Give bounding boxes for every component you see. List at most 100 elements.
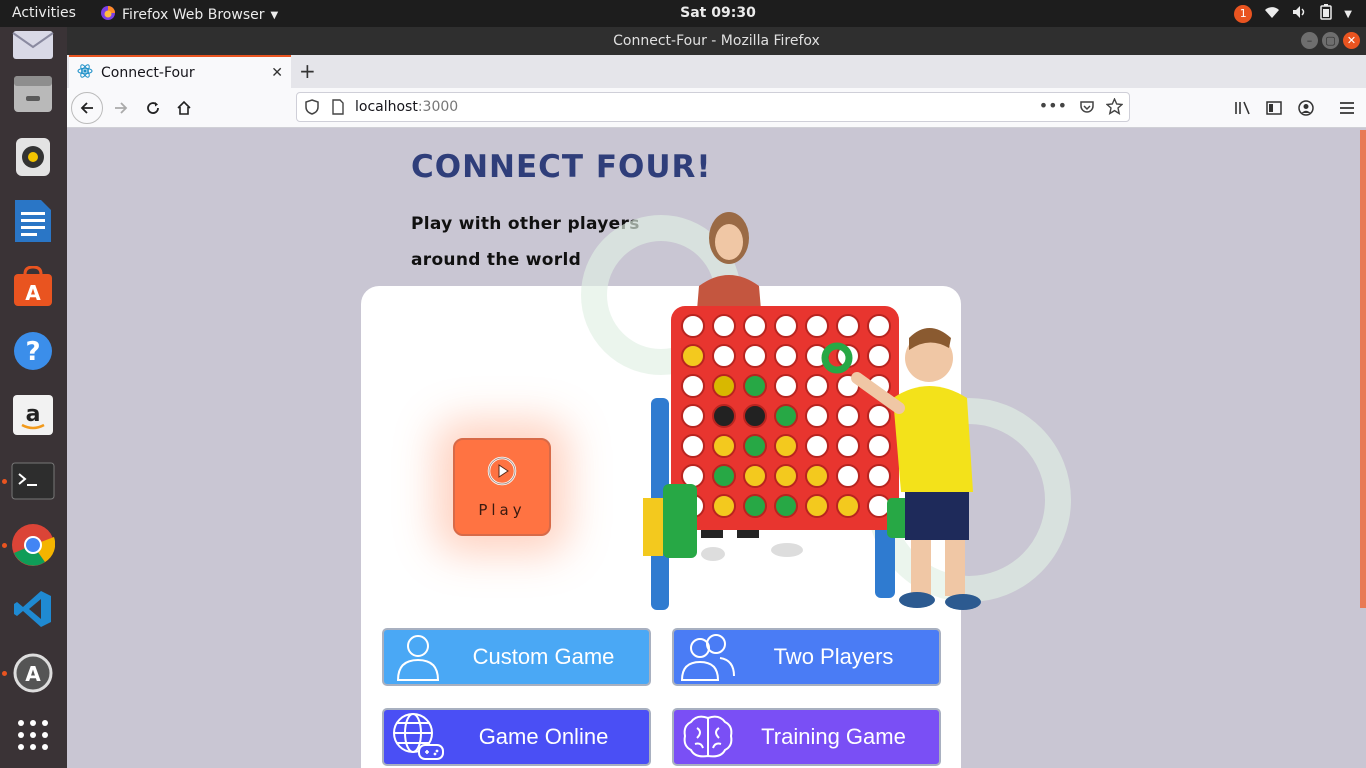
vscode-icon[interactable] bbox=[9, 585, 57, 633]
chrome-icon[interactable] bbox=[9, 521, 57, 569]
volume-icon bbox=[1292, 5, 1308, 23]
svg-text:?: ? bbox=[25, 337, 40, 367]
url-port: :3000 bbox=[417, 99, 459, 115]
board-hole bbox=[712, 494, 736, 518]
board-hole bbox=[681, 374, 705, 398]
app-menu[interactable]: Firefox Web Browser ▼ bbox=[100, 5, 278, 25]
two-players-button[interactable]: Two Players bbox=[672, 628, 941, 686]
amazon-icon[interactable]: a bbox=[9, 391, 57, 439]
board-hole bbox=[681, 434, 705, 458]
rhythmbox-icon[interactable] bbox=[9, 133, 57, 181]
board-hole bbox=[712, 464, 736, 488]
custom-game-button[interactable]: Custom Game bbox=[382, 628, 651, 686]
running-indicator bbox=[2, 543, 7, 548]
board-hole bbox=[836, 494, 860, 518]
maximize-button[interactable]: ▢ bbox=[1322, 32, 1339, 49]
writer-icon[interactable] bbox=[9, 197, 57, 245]
system-top-bar: Activities Firefox Web Browser ▼ Sat 09:… bbox=[0, 0, 1366, 27]
file-manager-icon[interactable] bbox=[9, 69, 57, 117]
battery-icon bbox=[1320, 4, 1333, 24]
board-hole bbox=[743, 434, 767, 458]
hamburger-menu-icon[interactable] bbox=[1335, 96, 1359, 120]
url-bar[interactable]: localhost:3000 ••• bbox=[296, 92, 1130, 122]
dock: A ? a A bbox=[0, 27, 67, 768]
hero-illustration bbox=[637, 198, 1017, 618]
user-icon bbox=[388, 630, 448, 684]
board-hole bbox=[774, 434, 798, 458]
tab-connect-four[interactable]: Connect-Four ✕ bbox=[69, 55, 291, 88]
board-hole bbox=[681, 344, 705, 368]
reload-button[interactable] bbox=[141, 96, 165, 120]
system-tray[interactable]: 1 ▼ bbox=[1234, 4, 1352, 24]
mail-icon[interactable] bbox=[9, 21, 57, 69]
firefox-window: Connect-Four - Mozilla Firefox – ▢ ✕ Con… bbox=[67, 27, 1366, 768]
bookmark-star-icon[interactable] bbox=[1105, 97, 1124, 119]
library-icon[interactable] bbox=[1231, 96, 1255, 120]
board-hole bbox=[867, 464, 891, 488]
board-hole bbox=[774, 314, 798, 338]
new-tab-button[interactable]: + bbox=[299, 59, 316, 83]
play-button[interactable]: Play bbox=[453, 438, 551, 536]
tab-title: Connect-Four bbox=[101, 64, 195, 81]
board-hole bbox=[743, 494, 767, 518]
svg-text:A: A bbox=[25, 281, 41, 305]
url-text: localhost:3000 bbox=[355, 99, 458, 115]
close-tab-icon[interactable]: ✕ bbox=[271, 65, 283, 81]
scrollbar-thumb[interactable] bbox=[1360, 130, 1366, 608]
board-hole bbox=[867, 434, 891, 458]
board-hole bbox=[836, 314, 860, 338]
board-hole bbox=[774, 404, 798, 428]
running-indicator bbox=[2, 671, 7, 676]
pocket-icon[interactable] bbox=[1079, 99, 1095, 119]
terminal-icon[interactable] bbox=[9, 457, 57, 505]
page-title: CONNECT FOUR! bbox=[411, 149, 712, 185]
account-icon[interactable] bbox=[1294, 96, 1318, 120]
play-circle-icon bbox=[486, 455, 518, 491]
users-icon bbox=[678, 630, 738, 684]
navigation-toolbar: localhost:3000 ••• bbox=[67, 88, 1366, 128]
close-window-button[interactable]: ✕ bbox=[1343, 32, 1360, 49]
react-icon bbox=[77, 63, 93, 83]
board-hole bbox=[805, 314, 829, 338]
board-hole bbox=[805, 434, 829, 458]
page-viewport[interactable]: CONNECT FOUR! Play with other players ar… bbox=[67, 128, 1366, 768]
board-hole bbox=[743, 404, 767, 428]
tab-bar: Connect-Four ✕ + bbox=[67, 55, 1366, 88]
page-actions-icon[interactable]: ••• bbox=[1039, 96, 1067, 115]
app-menu-label: Firefox Web Browser bbox=[122, 7, 265, 23]
board-hole bbox=[867, 404, 891, 428]
home-button[interactable] bbox=[172, 96, 196, 120]
game-online-label: Game Online bbox=[478, 724, 609, 749]
board-hole bbox=[774, 344, 798, 368]
training-game-button[interactable]: Training Game bbox=[672, 708, 941, 766]
board-hole bbox=[743, 344, 767, 368]
board-hole bbox=[836, 404, 860, 428]
sidebar-icon[interactable] bbox=[1262, 96, 1286, 120]
window-titlebar[interactable]: Connect-Four - Mozilla Firefox – ▢ ✕ bbox=[67, 27, 1366, 55]
software-updater-icon[interactable]: A bbox=[9, 649, 57, 697]
board-hole bbox=[681, 464, 705, 488]
page-info-icon[interactable] bbox=[331, 99, 345, 119]
software-center-icon[interactable]: A bbox=[9, 263, 57, 311]
training-game-label: Training Game bbox=[761, 724, 906, 749]
board-hole bbox=[774, 494, 798, 518]
forward-button[interactable] bbox=[109, 96, 133, 120]
notification-badge[interactable]: 1 bbox=[1234, 5, 1253, 23]
board-hole bbox=[805, 494, 829, 518]
tracking-shield-icon[interactable] bbox=[305, 99, 319, 119]
running-indicator bbox=[2, 479, 7, 484]
game-online-button[interactable]: Game Online bbox=[382, 708, 651, 766]
board-hole bbox=[867, 314, 891, 338]
svg-text:A: A bbox=[25, 662, 41, 686]
board-hole bbox=[712, 434, 736, 458]
minimize-button[interactable]: – bbox=[1301, 32, 1318, 49]
help-icon[interactable]: ? bbox=[9, 327, 57, 375]
board-hole bbox=[805, 464, 829, 488]
back-button[interactable] bbox=[71, 92, 103, 124]
two-players-label: Two Players bbox=[773, 644, 894, 669]
svg-text:a: a bbox=[26, 402, 41, 427]
board-hole bbox=[774, 374, 798, 398]
show-applications-icon[interactable] bbox=[9, 711, 57, 759]
activities-button[interactable]: Activities bbox=[12, 5, 76, 21]
board-hole bbox=[774, 464, 798, 488]
